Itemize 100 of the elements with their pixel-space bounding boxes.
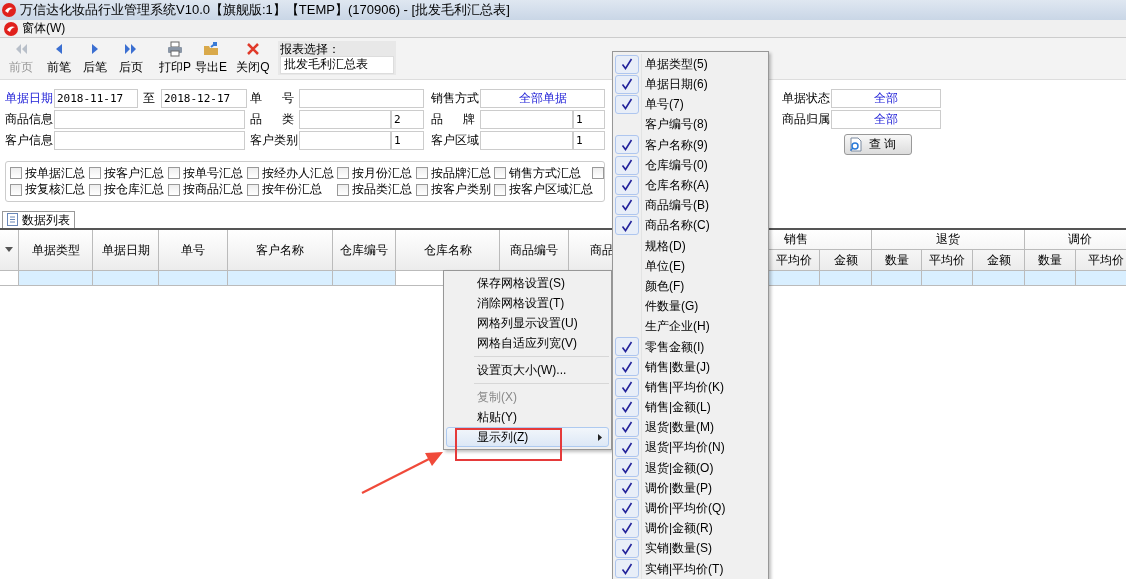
date-field[interactable]: 2018-12-17 — [161, 89, 247, 108]
column-header[interactable]: 单号 — [159, 229, 228, 270]
column-header[interactable]: 单据类型 — [19, 229, 93, 270]
column-header[interactable]: 数量 — [1025, 249, 1076, 270]
checkbox[interactable] — [494, 167, 506, 180]
checkbox[interactable] — [416, 183, 428, 196]
search-icon — [849, 137, 863, 152]
menu-item[interactable]: 客户名称(9) — [615, 134, 766, 155]
menu-item[interactable]: 退货|数量(M) — [615, 417, 766, 438]
checkbox[interactable] — [247, 167, 259, 180]
check-icon — [621, 441, 633, 454]
column-header[interactable]: 数量 — [872, 249, 922, 270]
query-button[interactable]: 查 询 — [844, 134, 912, 155]
check-icon — [621, 58, 633, 71]
toolbar-button[interactable]: 前笔 — [42, 41, 76, 75]
code-field[interactable]: 2 — [391, 110, 424, 129]
menu-item[interactable]: 商品编号(B) — [615, 195, 766, 216]
input-field[interactable] — [480, 110, 573, 129]
folder-icon — [203, 41, 219, 57]
menu-item[interactable]: 调价|数量(P) — [615, 477, 766, 499]
checkbox[interactable] — [168, 183, 180, 196]
menu-item[interactable]: 件数量(G) — [615, 296, 766, 317]
menu-item[interactable]: 粘贴(Y) — [446, 407, 609, 427]
menu-item[interactable]: 显示列(Z) — [446, 427, 609, 447]
menu-item[interactable]: 单据类型(5) — [615, 54, 766, 75]
toolbar-button[interactable]: 关闭Q — [236, 41, 270, 75]
column-header[interactable]: 平均价 — [1076, 249, 1126, 270]
input-field[interactable] — [54, 131, 245, 150]
input-field[interactable] — [299, 110, 391, 129]
menu-item[interactable]: 仓库名称(A) — [615, 175, 766, 196]
dropdown-field[interactable]: 全部 — [831, 110, 941, 129]
dropdown-field[interactable]: 全部单据 — [480, 89, 605, 108]
menu-item[interactable]: 零售金额(I) — [615, 336, 766, 357]
toolbar-button[interactable]: 导出E — [194, 41, 228, 75]
column-header[interactable]: 仓库名称 — [396, 229, 500, 270]
menu-item[interactable]: 退货|金额(O) — [615, 457, 766, 478]
menu-item[interactable]: 仓库编号(0) — [615, 154, 766, 176]
checkbox[interactable] — [89, 183, 101, 196]
menu-item[interactable]: 网格列显示设置(U) — [446, 313, 609, 333]
field-label: 品类 — [250, 112, 294, 127]
checkbox[interactable] — [416, 167, 428, 180]
menu-item[interactable]: 网格自适应列宽(V) — [446, 333, 609, 353]
menu-item[interactable]: 调价|平均价(Q) — [615, 498, 766, 519]
checkbox-label: 销售方式汇总 — [509, 166, 581, 181]
checkbox[interactable] — [337, 183, 349, 196]
column-header[interactable]: 平均价 — [922, 249, 973, 270]
menu-item[interactable]: 调价|金额(R) — [615, 518, 766, 539]
checkbox[interactable] — [247, 183, 259, 196]
menu-item[interactable]: 退货|平均价(N) — [615, 437, 766, 458]
input-field[interactable] — [299, 131, 391, 150]
report-field[interactable]: 批发毛利汇总表 — [280, 56, 394, 75]
check-icon — [621, 542, 633, 555]
checkbox[interactable] — [89, 167, 101, 180]
code-field[interactable]: 1 — [573, 110, 605, 129]
column-group-header: 调价 — [1068, 232, 1092, 247]
date-field[interactable]: 2018-11-17 — [54, 89, 138, 108]
checkbox[interactable] — [337, 167, 349, 180]
checkbox-label: 按年份汇总 — [262, 182, 322, 197]
checkbox-label: 按单号汇总 — [183, 166, 243, 181]
menu-item[interactable]: 单号(7) — [615, 94, 766, 115]
menu-item[interactable]: 销售|平均价(K) — [615, 377, 766, 398]
check-icon — [621, 159, 633, 172]
range-separator: 至 — [143, 91, 155, 106]
check-icon — [621, 138, 633, 151]
input-field[interactable] — [54, 110, 245, 129]
menu-item[interactable]: 实销|数量(S) — [615, 538, 766, 559]
toolbar-button[interactable]: 后页 — [114, 41, 148, 75]
column-header[interactable]: 金额 — [973, 249, 1025, 270]
menu-item[interactable]: 实销|平均价(T) — [615, 558, 766, 579]
input-field[interactable] — [480, 131, 573, 150]
checkbox[interactable] — [10, 183, 22, 196]
checkbox[interactable] — [592, 167, 604, 180]
menu-item[interactable]: 消除网格设置(T) — [446, 293, 609, 313]
code-field[interactable]: 1 — [391, 131, 424, 150]
menu-item[interactable]: 销售|金额(L) — [615, 397, 766, 418]
toolbar-button[interactable]: 后笔 — [78, 41, 112, 75]
menu-item[interactable]: 设置页大小(W)... — [446, 360, 609, 380]
code-field[interactable]: 1 — [573, 131, 605, 150]
input-field[interactable] — [299, 89, 424, 108]
column-header[interactable]: 金额 — [820, 249, 872, 270]
column-header[interactable]: 单据日期 — [93, 229, 159, 270]
check-icon — [621, 401, 633, 414]
field-label: 品牌 — [431, 112, 475, 127]
menu-item[interactable]: 窗体(W) — [22, 21, 66, 36]
column-header[interactable]: 商品编号 — [500, 229, 569, 270]
menu-item[interactable]: 生产企业(H) — [615, 316, 766, 337]
checkbox[interactable] — [10, 167, 22, 180]
column-header[interactable]: 客户名称 — [228, 229, 333, 270]
toolbar-button[interactable]: 打印P — [158, 41, 192, 75]
menu-item[interactable]: 单据日期(6) — [615, 74, 766, 95]
menu-item[interactable]: 销售|数量(J) — [615, 356, 766, 377]
menu-item[interactable]: 客户编号(8) — [615, 114, 766, 135]
menu-item[interactable]: 颜色(F) — [615, 276, 766, 297]
dropdown-field[interactable]: 全部 — [831, 89, 941, 108]
dropdown-caret-icon[interactable] — [5, 247, 13, 253]
column-header[interactable]: 仓库编号 — [333, 229, 396, 270]
checkbox[interactable] — [168, 167, 180, 180]
menu-item[interactable]: 保存网格设置(S) — [446, 273, 609, 293]
grid-tab[interactable]: 数据列表 — [2, 210, 75, 228]
checkbox[interactable] — [494, 183, 506, 196]
